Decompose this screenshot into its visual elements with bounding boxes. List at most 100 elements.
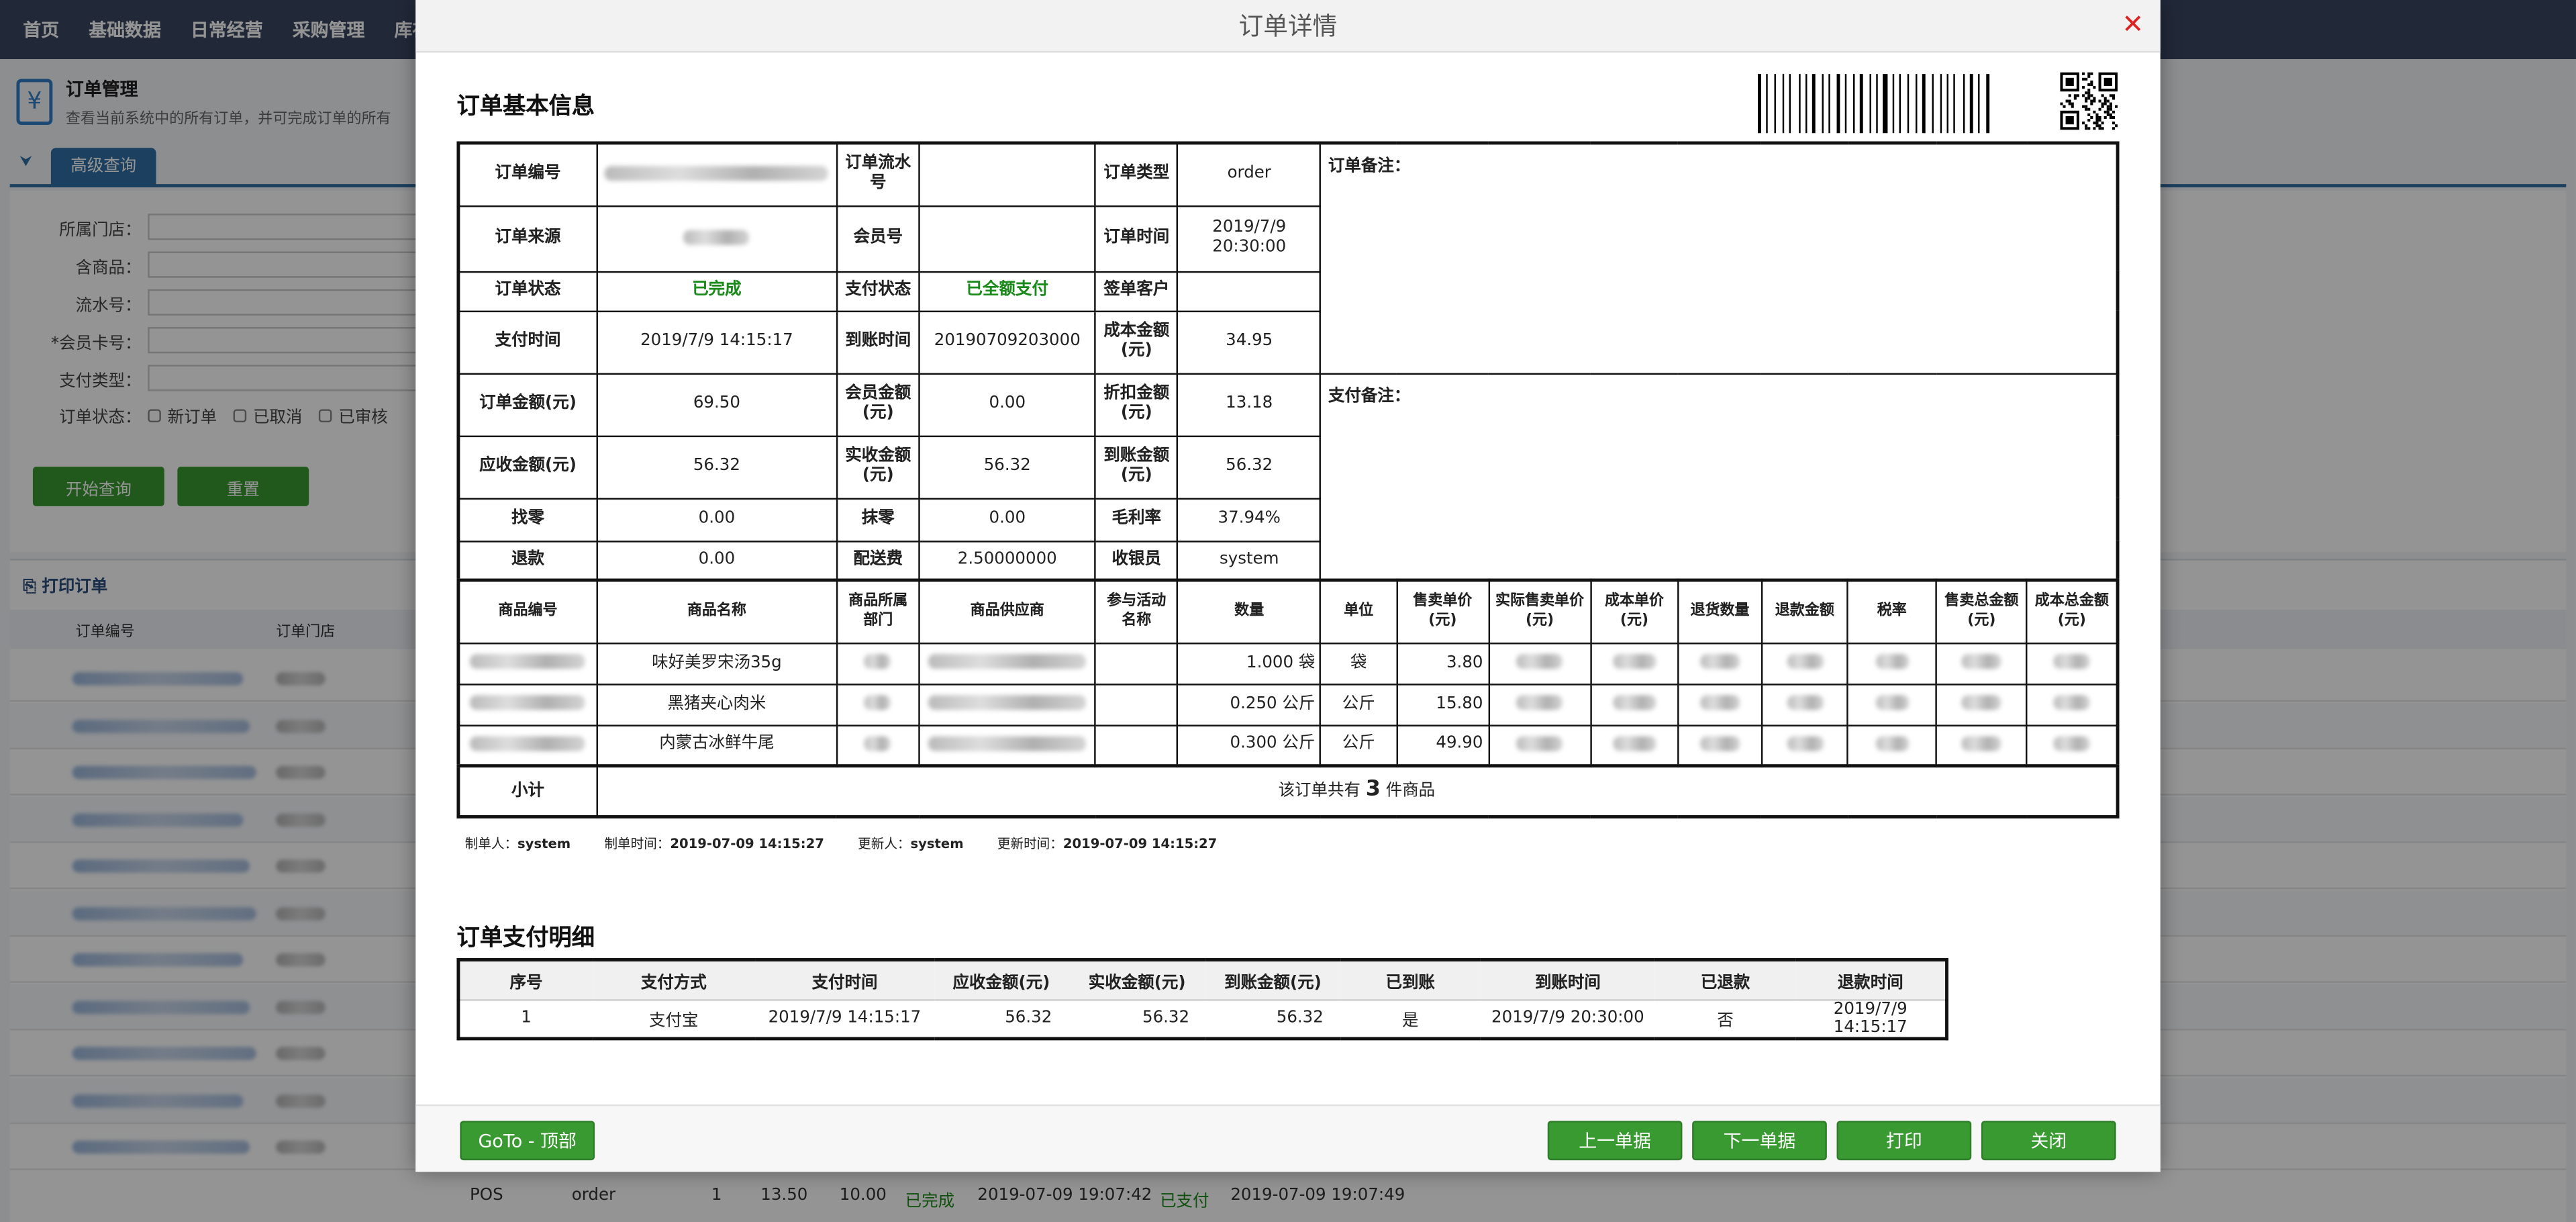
change-value: 0.00 [595, 497, 838, 542]
order-time-label: 订单时间 [1094, 204, 1179, 273]
goods-row[interactable]: 内蒙古冰鲜牛尾 0.300 公斤 公斤 49.90 [457, 724, 2119, 767]
pay-col-header: 退款时间 [1795, 959, 1947, 1000]
pay-col-header: 支付方式 [592, 959, 755, 1000]
goods-hidden-cell [1846, 683, 1938, 726]
goods-col-header: 成本单价(元) [1589, 579, 1679, 644]
delivery-value: 2.50000000 [918, 540, 1097, 581]
goods-hidden-cell [2026, 683, 2119, 726]
goods-col-header: 商品编号 [457, 579, 598, 644]
goods-price: 49.90 [1395, 724, 1490, 767]
goods-hidden-cell [1487, 683, 1592, 726]
goods-hidden-cell [836, 724, 920, 767]
goods-col-header: 单位 [1320, 579, 1397, 644]
goods-qty: 1.000 袋 [1177, 641, 1322, 685]
goods-header-row: 商品编号 商品名称 商品所属部门 商品供应商 参与活动名称 数量 单位 售卖单价(元) 实际售卖… [457, 579, 2119, 644]
actual-label: 实收金额(元) [836, 434, 920, 499]
goods-qty: 0.300 公斤 [1177, 724, 1322, 767]
pay-col-header: 支付时间 [754, 959, 935, 1000]
create-time: 2019-07-09 14:15:27 [670, 836, 824, 851]
cashier-label: 收银员 [1094, 540, 1179, 581]
member-no-value [918, 204, 1097, 273]
pay-col-header: 到账金额(元) [1205, 959, 1340, 1000]
pay-time-value: 2019/7/9 14:15:17 [595, 310, 838, 374]
order-status-label: 订单状态 [457, 270, 598, 312]
pay-col-header: 应收金额(元) [934, 959, 1069, 1000]
creator: system [517, 836, 571, 851]
refund-label: 退款 [457, 540, 598, 581]
goods-name: 味好美罗宋汤35g [595, 641, 838, 685]
pay-status-value: 已全额支付 [918, 270, 1097, 312]
pay-col-header: 已到账 [1340, 959, 1481, 1000]
goods-name: 内蒙古冰鲜牛尾 [595, 724, 838, 767]
goods-price: 3.80 [1395, 641, 1490, 685]
order-source-value [595, 204, 838, 273]
goods-hidden-cell [1935, 724, 2028, 767]
order-no-label: 订单编号 [457, 142, 598, 207]
pay-cell: 1 [458, 999, 593, 1040]
goods-hidden-cell [1846, 724, 1938, 767]
arrive-time-value: 20190709203000 [918, 310, 1097, 374]
subtotal-value: 该订单共有 3 件商品 [595, 765, 2119, 818]
next-document-button[interactable]: 下一单据 [1692, 1121, 1827, 1161]
pay-col-header: 到账时间 [1481, 959, 1655, 1000]
arrived-value: 56.32 [1177, 434, 1322, 499]
order-serial-value [918, 142, 1097, 207]
order-source-label: 订单来源 [457, 204, 598, 273]
goods-hidden-cell [457, 724, 598, 767]
arrived-label: 到账金额(元) [1094, 434, 1179, 499]
pay-cell: 56.32 [1068, 999, 1206, 1040]
goods-row[interactable]: 黑猪夹心肉米 0.250 公斤 公斤 15.80 [457, 683, 2119, 726]
goods-hidden-cell [1677, 641, 1763, 685]
order-note: 订单备注： [1320, 142, 2119, 374]
close-icon[interactable]: ✕ [2122, 8, 2144, 41]
goods-hidden-cell [457, 683, 598, 726]
pay-col-header: 序号 [458, 959, 593, 1000]
goods-row[interactable]: 味好美罗宋汤35g 1.000 袋袋 3.80 [457, 641, 2119, 685]
goods-hidden-cell [1677, 724, 1763, 767]
goods-col-header: 商品名称 [595, 579, 838, 644]
goods-hidden-cell [918, 641, 1097, 685]
goods-hidden-cell [1677, 683, 1763, 726]
order-no-value [595, 142, 838, 207]
round-value: 0.00 [918, 497, 1097, 542]
pay-col-header: 已退款 [1654, 959, 1796, 1000]
goods-hidden-cell [1846, 641, 1938, 685]
pay-time-label: 支付时间 [457, 310, 598, 374]
pay-cell: 56.32 [1205, 999, 1340, 1040]
basic-info-title: 订单基本信息 [456, 93, 595, 120]
member-no-label: 会员号 [836, 204, 920, 273]
goods-hidden-cell [1761, 683, 1848, 726]
close-button[interactable]: 关闭 [1981, 1121, 2116, 1161]
order-time-value: 2019/7/9 20:30:00 [1177, 204, 1322, 273]
goods-hidden-cell [918, 724, 1097, 767]
change-label: 找零 [457, 497, 598, 542]
goods-hidden-cell [2026, 724, 2119, 767]
goods-col-header: 售卖总金额(元) [1935, 579, 2028, 644]
order-type-value: order [1177, 142, 1322, 207]
prev-document-button[interactable]: 上一单据 [1547, 1121, 1683, 1161]
goods-hidden-cell [457, 641, 598, 685]
delivery-label: 配送费 [836, 540, 920, 581]
pay-col-header: 实收金额(元) [1068, 959, 1206, 1000]
goods-hidden-cell [2026, 641, 2119, 685]
discount-value: 13.18 [1177, 372, 1322, 436]
pay-note: 支付备注： [1320, 372, 2119, 581]
member-amount-value: 0.00 [918, 372, 1097, 436]
goods-col-header: 参与活动名称 [1094, 579, 1179, 644]
cost-value: 34.95 [1177, 310, 1322, 374]
goods-activity [1094, 683, 1179, 726]
goto-top-button[interactable]: GoTo - 顶部 [460, 1121, 595, 1161]
cost-label: 成本金额(元) [1094, 310, 1179, 374]
barcode-icon [1758, 74, 2050, 134]
goods-hidden-cell [836, 683, 920, 726]
goods-hidden-cell [1589, 683, 1679, 726]
update-time: 2019-07-09 14:15:27 [1062, 836, 1218, 851]
goods-hidden-cell [1589, 724, 1679, 767]
goods-col-header: 商品供应商 [918, 579, 1097, 644]
print-button[interactable]: 打印 [1836, 1121, 1972, 1161]
pay-row[interactable]: 1 支付宝 2019/7/9 14:15:17 56.32 56.32 56.32 是 201… [458, 999, 1947, 1040]
sign-customer-label: 签单客户 [1094, 270, 1179, 312]
goods-activity [1094, 724, 1179, 767]
pay-detail-title: 订单支付明细 [456, 925, 595, 952]
member-amount-label: 会员金额(元) [836, 372, 920, 436]
